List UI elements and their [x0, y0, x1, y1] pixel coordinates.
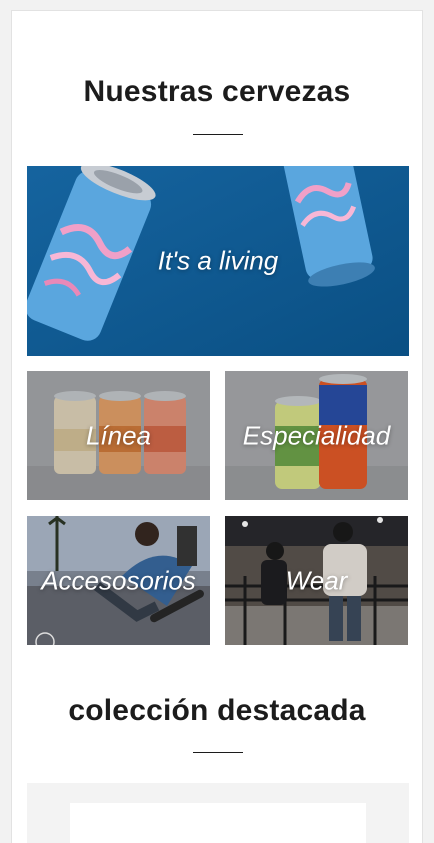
- featured-collection-container: [27, 783, 409, 843]
- collection-tile-especialidad[interactable]: Especialidad: [225, 371, 408, 500]
- collection-tile-linea[interactable]: Línea: [27, 371, 210, 500]
- tile-label: Línea: [85, 420, 152, 450]
- tile-label: Accesosorios: [41, 565, 196, 595]
- page-container: Nuestras cervezas It's a living Línea Es…: [11, 10, 423, 843]
- tile-label: Wear: [285, 565, 348, 595]
- collection-tile-wear[interactable]: Wear: [225, 516, 408, 645]
- beers-section-title: Nuestras cervezas: [83, 75, 351, 108]
- tile-label: Especialidad: [242, 420, 391, 450]
- collection-tile-its-a-living[interactable]: It's a living: [27, 166, 409, 356]
- featured-title-divider: [193, 752, 243, 753]
- tile-label: It's a living: [157, 245, 279, 276]
- title-divider: [193, 134, 243, 135]
- featured-product-card[interactable]: [70, 803, 366, 843]
- featured-section-title: colección destacada: [68, 694, 366, 727]
- collection-tile-accesosorios[interactable]: Accesosorios: [27, 516, 210, 645]
